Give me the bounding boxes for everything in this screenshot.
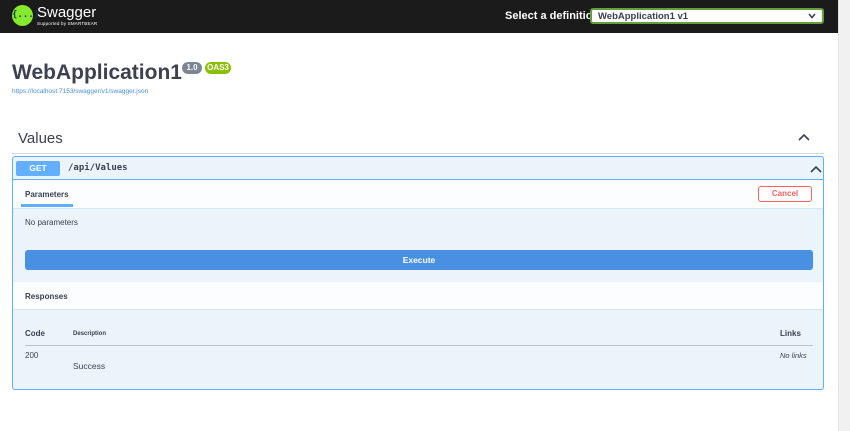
- spec-url-link[interactable]: https://localhost:7153/swagger/v1/swagge…: [12, 88, 148, 95]
- tab-parameters[interactable]: Parameters: [25, 190, 69, 199]
- tag-title-values[interactable]: Values: [18, 130, 63, 147]
- cancel-button[interactable]: Cancel: [758, 186, 812, 202]
- operation-summary[interactable]: GET /api/Values: [13, 157, 823, 180]
- response-code: 200: [25, 351, 39, 360]
- version-badge: 1.0: [182, 62, 202, 74]
- operation-path: /api/Values: [68, 163, 128, 173]
- chevron-down-icon: [808, 13, 816, 19]
- method-badge: GET: [16, 161, 60, 176]
- column-header-description: Description: [73, 331, 107, 337]
- definition-selected-value: WebApplication1 v1: [598, 11, 689, 22]
- swagger-logo-icon: {...}: [12, 5, 39, 26]
- logo-subtitle: Supported by SMARTBEAR: [37, 21, 98, 26]
- tag-divider: [12, 153, 824, 154]
- top-bar: {...} Swagger Supported by SMARTBEAR Sel…: [0, 0, 838, 33]
- execute-button[interactable]: Execute: [25, 250, 813, 270]
- no-parameters-text: No parameters: [25, 218, 78, 227]
- api-title: WebApplication1: [12, 61, 182, 84]
- definition-label: Select a definition: [505, 10, 600, 22]
- response-description: Success: [73, 361, 106, 371]
- table-header-divider: [25, 345, 813, 346]
- column-header-code: Code: [25, 329, 45, 338]
- chevron-up-icon[interactable]: [810, 165, 822, 173]
- scrollbar[interactable]: [838, 0, 850, 431]
- tab-underline: [21, 204, 73, 207]
- responses-header: Responses: [13, 282, 823, 310]
- parameters-header: Parameters Cancel: [13, 180, 823, 209]
- operation-block-get-values: GET /api/Values Parameters Cancel No par…: [12, 156, 824, 390]
- definition-select[interactable]: WebApplication1 v1: [590, 8, 824, 24]
- chevron-up-icon[interactable]: [798, 133, 810, 141]
- logo-title: Swagger: [37, 4, 97, 21]
- column-header-links: Links: [780, 329, 801, 338]
- oas-badge: OAS3: [205, 62, 231, 74]
- responses-title: Responses: [25, 292, 68, 301]
- response-links: No links: [780, 351, 807, 360]
